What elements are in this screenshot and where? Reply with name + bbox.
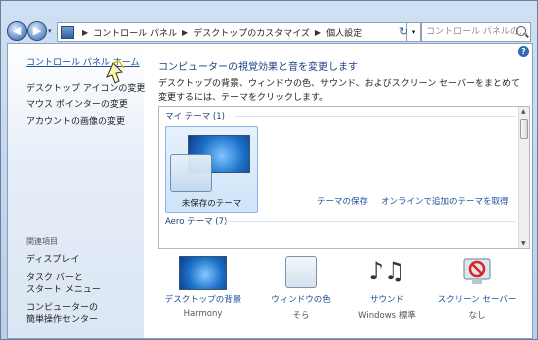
screen-saver-value: なし xyxy=(468,311,486,321)
search-placeholder: コントロール パネルの… xyxy=(426,27,528,37)
chevron-right-icon[interactable]: ▶ xyxy=(315,28,321,37)
display-link[interactable]: ディスプレイ xyxy=(26,252,79,265)
page-title: コンピューターの視覚効果と音を変更します xyxy=(158,62,358,73)
ease-of-access-link-line2[interactable]: 簡単操作センター xyxy=(26,312,98,325)
theme-list: マイ テーマ (1) 未保存のテーマ テーマの保存 オンラインで追加のテーマを取… xyxy=(158,106,530,249)
help-icon[interactable]: ? xyxy=(518,46,529,57)
address-bar[interactable]: ▶ コントロール パネル ▶ デスクトップのカスタマイズ ▶ 個人設定 xyxy=(57,22,407,42)
get-more-themes-link[interactable]: オンラインで追加のテーマを取得 xyxy=(381,195,509,207)
sidebar: コントロール パネル ホーム デスクトップ アイコンの変更 マウス ポインターの… xyxy=(8,44,145,338)
recent-pages-dropdown[interactable]: ▾ xyxy=(48,27,52,35)
desktop-background-button[interactable]: デスクトップの背景 Harmony xyxy=(158,256,248,319)
desktop-background-icon xyxy=(179,256,227,290)
window-frame: ◀ ▶ ▾ ▶ コントロール パネル ▶ デスクトップのカスタマイズ ▶ 個人設… xyxy=(0,0,538,340)
window-color-value: そら xyxy=(292,311,310,321)
window-color-button[interactable]: ウィンドウの色 そら xyxy=(256,256,346,321)
forward-button[interactable]: ▶ xyxy=(27,21,47,41)
page-description: デスクトップの背景、ウィンドウの色、サウンド、およびスクリーン セーバーをまとめ… xyxy=(158,79,520,103)
control-panel-icon xyxy=(61,25,74,39)
group-divider xyxy=(225,221,515,222)
my-themes-label: マイ テーマ (1) xyxy=(165,112,225,122)
theme-window-preview xyxy=(170,154,212,192)
breadcrumb-control-panel[interactable]: コントロール パネル xyxy=(93,26,177,39)
sound-label[interactable]: サウンド xyxy=(342,293,432,305)
sound-value: Windows 標準 xyxy=(358,311,416,321)
search-input[interactable]: コントロール パネルの… xyxy=(421,22,531,42)
search-icon[interactable] xyxy=(516,26,526,36)
aero-themes-label: Aero テーマ (7) xyxy=(165,217,228,227)
scroll-up-icon[interactable]: ▲ xyxy=(521,108,526,115)
address-dropdown-button[interactable]: ▾ xyxy=(407,22,421,42)
window-color-icon xyxy=(285,256,317,288)
scroll-thumb[interactable] xyxy=(520,119,528,139)
sound-icon: ♪♫ xyxy=(368,257,406,285)
back-button[interactable]: ◀ xyxy=(7,21,27,41)
screen-saver-button[interactable]: スクリーン セーバー なし xyxy=(432,256,522,321)
desktop-background-label[interactable]: デスクトップの背景 xyxy=(158,293,248,305)
taskbar-start-menu-link-line2[interactable]: スタート メニュー xyxy=(26,282,101,295)
unsaved-theme-label: 未保存のテーマ xyxy=(181,199,242,209)
unsaved-theme-tile[interactable]: 未保存のテーマ xyxy=(165,126,258,213)
desktop-background-value: Harmony xyxy=(183,309,223,319)
sound-button[interactable]: ♪♫ サウンド Windows 標準 xyxy=(342,256,432,321)
content-area: コントロール パネル ホーム デスクトップ アイコンの変更 マウス ポインターの… xyxy=(7,43,533,339)
hand-pointer-cursor-icon xyxy=(106,60,125,84)
change-mouse-pointer-link[interactable]: マウス ポインターの変更 xyxy=(26,97,128,110)
breadcrumb-personalization[interactable]: 個人設定 xyxy=(326,26,362,39)
chevron-right-icon[interactable]: ▶ xyxy=(182,28,188,37)
group-divider xyxy=(235,116,515,117)
related-heading: 関連項目 xyxy=(26,237,58,246)
window-color-label[interactable]: ウィンドウの色 xyxy=(256,293,346,305)
scroll-down-icon[interactable]: ▼ xyxy=(521,240,526,247)
screen-saver-label[interactable]: スクリーン セーバー xyxy=(432,293,522,305)
screen-saver-icon xyxy=(463,258,491,284)
change-account-picture-link[interactable]: アカウントの画像の変更 xyxy=(26,114,125,127)
chevron-right-icon[interactable]: ▶ xyxy=(82,28,88,37)
breadcrumb-desktop-customize[interactable]: デスクトップのカスタマイズ xyxy=(193,26,310,39)
save-theme-link[interactable]: テーマの保存 xyxy=(317,195,368,207)
theme-list-scrollbar[interactable]: ▲ ▼ xyxy=(518,107,529,248)
